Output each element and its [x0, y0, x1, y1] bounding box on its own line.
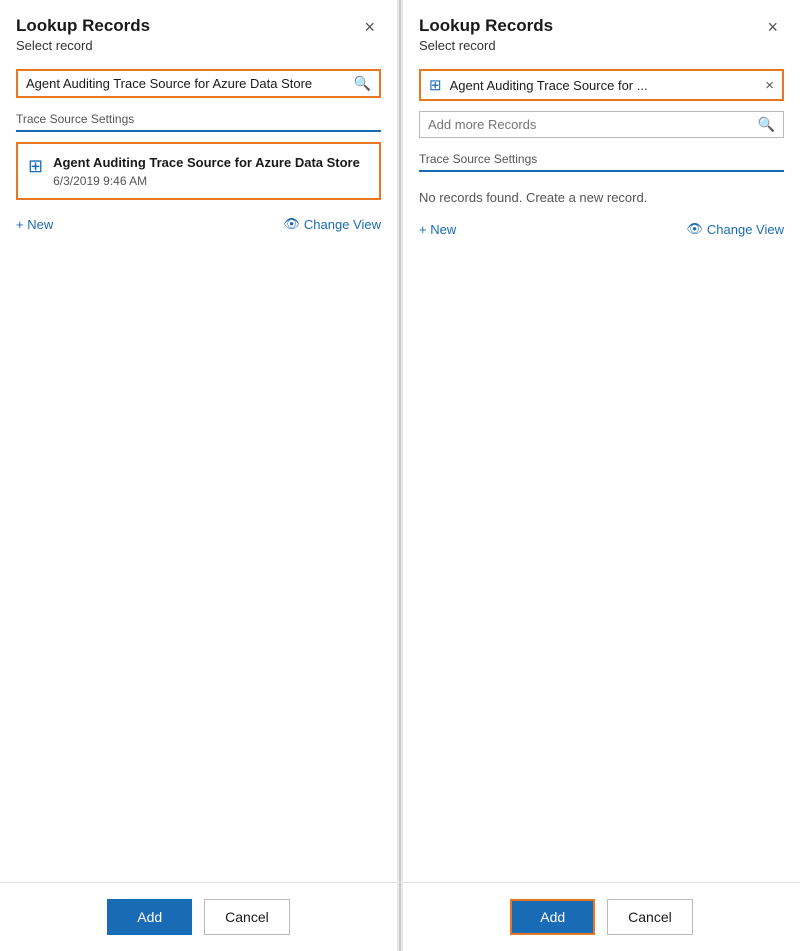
left-bottom-buttons: Add Cancel [0, 882, 397, 951]
right-no-records-text: No records found. Create a new record. [403, 182, 800, 217]
right-add-more-box: 🔍 [419, 111, 784, 138]
right-title-block: Lookup Records Select record [419, 16, 553, 53]
right-cancel-button[interactable]: Cancel [607, 899, 693, 935]
right-tag-icon: ⊞ [429, 76, 442, 94]
left-panel: Lookup Records Select record × 🔍 Trace S… [0, 0, 397, 951]
left-record-name: Agent Auditing Trace Source for Azure Da… [53, 154, 360, 172]
left-record-item[interactable]: ⊞ Agent Auditing Trace Source for Azure … [16, 142, 381, 200]
left-record-text: Agent Auditing Trace Source for Azure Da… [53, 154, 360, 188]
right-selected-tag-wrap: ⊞ Agent Auditing Trace Source for ... × [403, 61, 800, 105]
right-close-button[interactable]: × [761, 16, 784, 38]
left-panel-title: Lookup Records [16, 16, 150, 36]
left-eye-icon: 👁 [283, 216, 300, 232]
left-record-date: 6/3/2019 9:46 AM [53, 174, 360, 188]
right-add-more-input[interactable] [428, 117, 752, 132]
left-new-button[interactable]: + New [16, 217, 53, 232]
right-actions-row: + New 👁 Change View [403, 217, 800, 253]
right-panel-title: Lookup Records [419, 16, 553, 36]
left-record-icon: ⊞ [28, 156, 43, 177]
left-change-view-button[interactable]: 👁 Change View [283, 216, 381, 232]
left-change-view-label: Change View [304, 217, 381, 232]
left-section-label: Trace Source Settings [0, 112, 397, 130]
left-cancel-button[interactable]: Cancel [204, 899, 290, 935]
right-panel-subtitle: Select record [419, 38, 553, 53]
right-tag-label: Agent Auditing Trace Source for ... [450, 78, 758, 93]
panel-divider [399, 0, 401, 951]
left-search-input[interactable] [26, 76, 348, 91]
left-section-underline [16, 130, 381, 132]
right-selected-tag: ⊞ Agent Auditing Trace Source for ... × [419, 69, 784, 101]
right-change-view-label: Change View [707, 222, 784, 237]
right-eye-icon: 👁 [686, 221, 703, 237]
right-panel: Lookup Records Select record × ⊞ Agent A… [403, 0, 800, 951]
right-section-label: Trace Source Settings [403, 152, 800, 170]
right-new-button[interactable]: + New [419, 222, 456, 237]
left-search-box: 🔍 [16, 69, 381, 98]
left-search-wrap: 🔍 [0, 61, 397, 108]
right-panel-header: Lookup Records Select record × [403, 0, 800, 61]
right-add-more-wrap: 🔍 [403, 105, 800, 148]
left-close-button[interactable]: × [358, 16, 381, 38]
right-section-underline [419, 170, 784, 172]
left-title-block: Lookup Records Select record [16, 16, 150, 53]
right-tag-remove-button[interactable]: × [765, 78, 774, 93]
left-search-icon[interactable]: 🔍 [354, 75, 371, 92]
left-actions-row: + New 👁 Change View [0, 212, 397, 248]
left-panel-header: Lookup Records Select record × [0, 0, 397, 61]
right-change-view-button[interactable]: 👁 Change View [686, 221, 784, 237]
right-add-button[interactable]: Add [510, 899, 595, 935]
left-panel-subtitle: Select record [16, 38, 150, 53]
left-add-button[interactable]: Add [107, 899, 192, 935]
right-search-icon[interactable]: 🔍 [758, 116, 775, 133]
right-bottom-buttons: Add Cancel [403, 882, 800, 951]
